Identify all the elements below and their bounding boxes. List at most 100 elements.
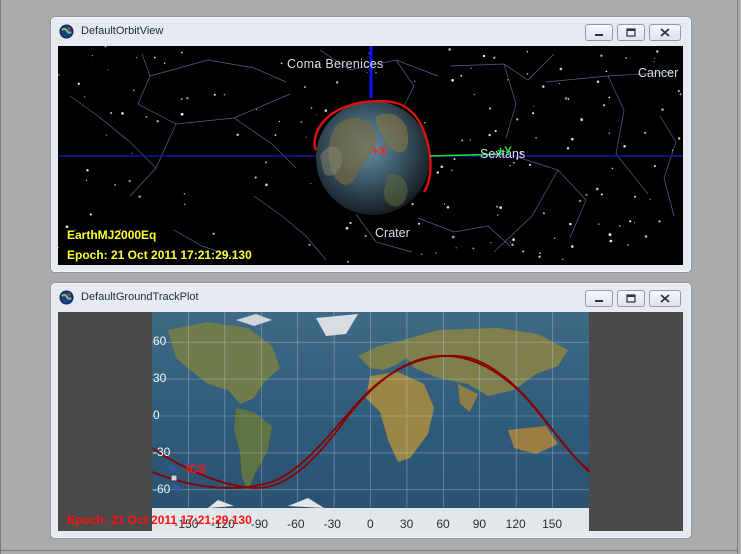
orbit-view-window[interactable]: DefaultOrbitView Coma Berenices Cancer S… [50,16,692,273]
star [308,243,311,247]
star [186,96,189,100]
star [443,203,446,205]
star [448,48,451,51]
star [605,70,608,73]
star [58,246,59,249]
maximize-button[interactable] [617,290,645,307]
coordinate-system-label: EarthMJ2000Eq [67,228,157,242]
close-button[interactable] [649,290,681,307]
star [653,61,655,63]
longitude-tick-label: 0 [367,517,374,531]
star [212,232,215,236]
star [493,56,496,59]
maximize-icon [626,28,636,37]
star [345,226,349,230]
world-map [151,312,590,531]
ground-track-epoch-label: Epoch: 21 Oct 2011 17:21:29.130 [67,513,252,527]
spacecraft-label: ICS [186,462,207,476]
x-axis-label: +X [372,144,388,158]
star [585,193,588,196]
star [598,223,600,225]
star [414,80,416,83]
star [562,258,564,261]
star [570,245,574,248]
latitude-tick-label: -30 [153,444,171,459]
star [600,54,603,57]
minimize-icon [595,34,603,36]
star [163,62,166,64]
star [349,221,352,225]
latitude-tick-label: 0 [153,408,160,422]
star [526,50,529,53]
desktop-workspace: DefaultOrbitView Coma Berenices Cancer S… [0,0,741,554]
star [440,165,444,169]
star [135,56,137,58]
longitude-tick-label: -90 [250,517,269,531]
star [578,199,582,203]
star [494,129,497,133]
star [569,222,572,226]
minimize-button[interactable] [585,290,613,307]
star [677,89,680,93]
star [310,183,312,185]
star [473,93,476,96]
star [435,252,437,254]
star [180,51,183,54]
star [223,94,226,96]
star [535,137,537,139]
star [608,132,611,134]
star [602,104,606,107]
star [627,244,629,246]
star [658,220,661,223]
ground-track-window[interactable]: DefaultGroundTrackPlot 60 30 0 -30 -60 -… [50,282,692,539]
star [564,97,568,100]
star [490,241,492,244]
star [121,112,124,115]
star [533,105,535,107]
window-titlebar[interactable]: DefaultOrbitView [51,17,691,45]
star [566,147,570,150]
ground-track-canvas[interactable]: 60 30 0 -30 -60 -150 -120 -90 -60 -30 0 30 60 90 120 1… [58,312,683,531]
star [58,74,60,76]
star [156,120,159,123]
star [347,260,349,263]
star [488,107,492,110]
star [236,133,239,136]
close-icon [660,28,670,37]
longitude-tick-label: 90 [472,517,487,531]
window-titlebar[interactable]: DefaultGroundTrackPlot [51,283,691,311]
y-axis-label: +Y [497,144,513,158]
globe-app-icon [59,290,74,305]
star [512,238,515,241]
star [324,109,328,112]
star [633,222,636,224]
star [436,171,439,174]
longitude-tick-label: 30 [399,517,414,531]
star [366,72,368,74]
star [472,247,475,250]
star [509,242,512,244]
maximize-button[interactable] [617,24,645,41]
star [609,239,613,243]
star [83,96,86,98]
star [542,85,545,88]
star [526,73,529,75]
orbit-epoch-label: Epoch: 21 Oct 2011 17:21:29.130 [67,248,252,262]
star [644,235,648,238]
star [554,237,556,239]
star [453,158,456,161]
star [180,98,183,100]
close-button[interactable] [649,24,681,41]
star [336,81,339,84]
orbit-view-canvas[interactable]: Coma Berenices Cancer Sextans Crater +X … [58,46,683,265]
star [528,163,532,167]
star [633,195,637,198]
star [649,198,651,200]
star [559,82,561,85]
star [653,164,656,168]
star [300,121,303,123]
star [420,253,423,256]
minimize-button[interactable] [585,24,613,41]
star [600,193,603,196]
longitude-tick-label: 150 [542,517,563,531]
